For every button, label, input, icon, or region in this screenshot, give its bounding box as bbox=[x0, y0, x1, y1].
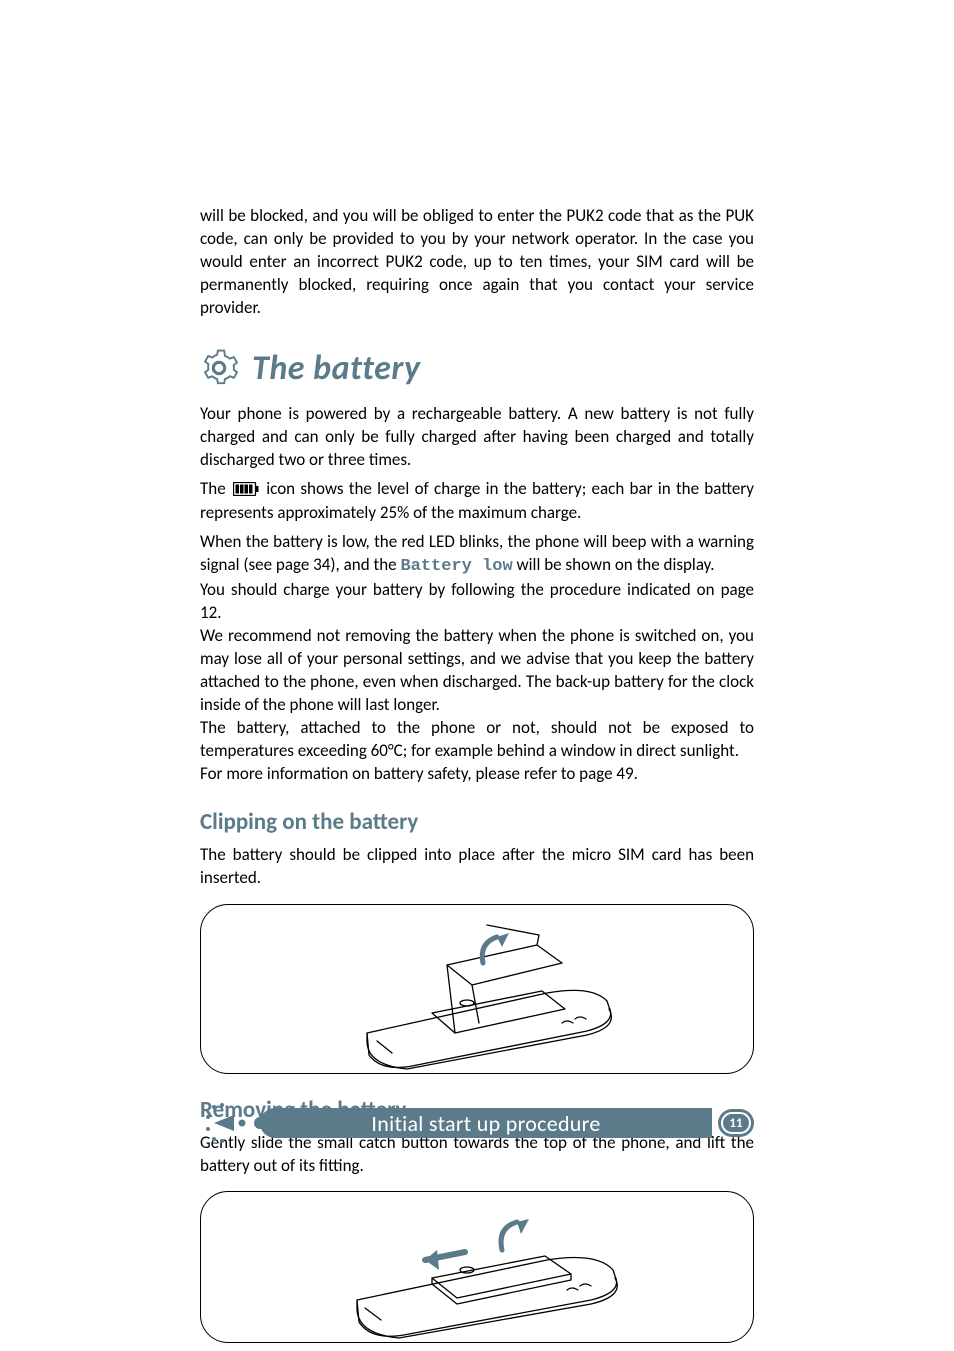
subheading-clipping: Clipping on the battery bbox=[200, 808, 754, 836]
section-heading-battery: The battery bbox=[200, 348, 754, 389]
battery-p3-f: For more information on battery safety, … bbox=[200, 763, 638, 784]
footer-label-text: Initial start up procedure bbox=[371, 1110, 600, 1137]
battery-p3-b: will be shown on the display. bbox=[513, 554, 715, 575]
gear-icon bbox=[200, 349, 238, 387]
page-number: 11 bbox=[721, 1112, 751, 1134]
battery-p3-c: You should charge your battery by follow… bbox=[200, 579, 754, 623]
battery-p3: When the battery is low, the red LED bli… bbox=[200, 531, 754, 785]
figure-clip-battery bbox=[200, 904, 754, 1074]
battery-level-icon bbox=[233, 480, 259, 503]
intro-paragraph: will be blocked, and you will be obliged… bbox=[200, 205, 754, 320]
battery-low-label: Battery low bbox=[400, 557, 512, 576]
page-number-badge: 11 bbox=[718, 1109, 754, 1137]
clipping-text: The battery should be clipped into place… bbox=[200, 844, 754, 890]
section-title-text: The battery bbox=[252, 348, 421, 389]
manual-page: will be blocked, and you will be obliged… bbox=[0, 0, 954, 1351]
battery-p3-d: We recommend not removing the battery wh… bbox=[200, 625, 754, 715]
battery-p3-e: The battery, attached to the phone or no… bbox=[200, 717, 754, 761]
footer-ornament-icon bbox=[200, 1097, 252, 1149]
figure-remove-battery bbox=[200, 1191, 754, 1343]
battery-p1: Your phone is powered by a rechargeable … bbox=[200, 403, 754, 472]
battery-p2-post: icon shows the level of charge in the ba… bbox=[200, 478, 754, 524]
page-footer: Initial start up procedure 11 bbox=[200, 1093, 754, 1153]
battery-p2-pre: The bbox=[200, 478, 231, 499]
footer-section-label: Initial start up procedure bbox=[260, 1108, 712, 1138]
battery-p2: The icon shows the level of charge in th… bbox=[200, 478, 754, 526]
